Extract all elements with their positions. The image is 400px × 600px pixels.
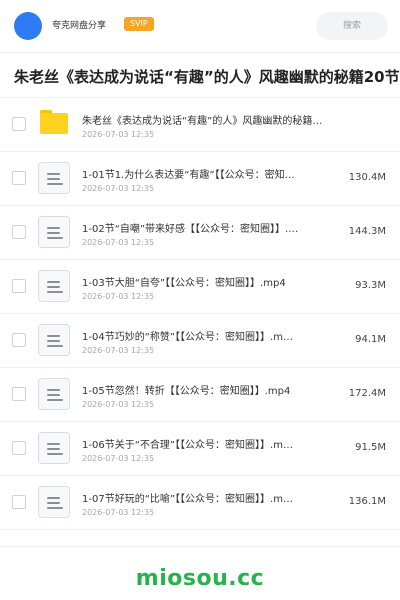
file-size: 130.4M bbox=[348, 172, 386, 183]
top-bar: 夸克网盘分享 SVIP 搜索 bbox=[0, 0, 400, 52]
search-input[interactable]: 搜索 bbox=[316, 12, 388, 40]
file-name[interactable]: 1-05节忽然！转折【【公众号：密知圈】】.mp4 bbox=[82, 382, 328, 397]
row-checkbox[interactable] bbox=[12, 333, 26, 347]
file-size: 91.5M bbox=[355, 442, 386, 453]
file-row[interactable]: 1-06节关于“不合理”【【公众号：密知圈】】.m… 2026-07-03 12:… bbox=[0, 422, 400, 476]
brand-name: 夸克网盘分享 bbox=[52, 21, 107, 31]
file-name[interactable]: 朱老丝《表达成为说话“有趣”的人》风趣幽默的秘籍2… bbox=[82, 112, 328, 127]
watermark: miosou.cc bbox=[135, 566, 265, 591]
file-date: 2026-07-03 12:35 bbox=[82, 454, 155, 463]
file-name[interactable]: 1-07节好玩的“比喻”【【公众号：密知圈】】.m… bbox=[82, 490, 328, 505]
file-date: 2026-07-03 12:35 bbox=[82, 130, 155, 139]
file-date: 2026-07-03 12:35 bbox=[82, 346, 155, 355]
file-row[interactable]: 1-05节忽然！转折【【公众号：密知圈】】.mp4 2026-07-03 12:3… bbox=[0, 368, 400, 422]
folder-icon bbox=[40, 110, 68, 134]
file-date: 2026-07-03 12:35 bbox=[82, 508, 155, 517]
row-checkbox[interactable] bbox=[12, 387, 26, 401]
avatar[interactable] bbox=[14, 12, 42, 40]
row-checkbox[interactable] bbox=[12, 117, 26, 131]
file-name[interactable]: 1-02节“自嘲”带来好感【【公众号：密知圈】】.… bbox=[82, 220, 328, 235]
file-date: 2026-07-03 12:35 bbox=[82, 292, 155, 301]
file-date: 2026-07-03 12:35 bbox=[82, 184, 155, 193]
file-size: 172.4M bbox=[348, 388, 386, 399]
file-size: 136.1M bbox=[348, 496, 386, 507]
row-checkbox[interactable] bbox=[12, 225, 26, 239]
row-checkbox[interactable] bbox=[12, 279, 26, 293]
row-checkbox[interactable] bbox=[12, 441, 26, 455]
document-icon bbox=[38, 432, 70, 464]
file-row[interactable]: 1-04节巧妙的“称赞”【【公众号：密知圈】】.m… 2026-07-03 12:… bbox=[0, 314, 400, 368]
document-icon bbox=[38, 324, 70, 356]
file-row[interactable]: 1-02节“自嘲”带来好感【【公众号：密知圈】】.… 2026-07-03 12:… bbox=[0, 206, 400, 260]
file-name[interactable]: 1-03节大胆“自夸”【【公众号：密知圈】】.mp4 bbox=[82, 274, 328, 289]
file-size: 144.3M bbox=[348, 226, 386, 237]
file-row[interactable]: 1-01节1.为什么表达要“有趣”【【公众号：密知… 2026-07-03 12:… bbox=[0, 152, 400, 206]
file-name[interactable]: 1-04节巧妙的“称赞”【【公众号：密知圈】】.m… bbox=[82, 328, 328, 343]
svip-badge: SVIP bbox=[124, 17, 154, 31]
document-icon bbox=[38, 162, 70, 194]
file-row[interactable]: 1-07节好玩的“比喻”【【公众号：密知圈】】.m… 2026-07-03 12:… bbox=[0, 476, 400, 530]
document-icon bbox=[38, 216, 70, 248]
file-row[interactable]: 1-03节大胆“自夸”【【公众号：密知圈】】.mp4 2026-07-03 12:… bbox=[0, 260, 400, 314]
document-icon bbox=[38, 270, 70, 302]
file-row[interactable]: 朱老丝《表达成为说话“有趣”的人》风趣幽默的秘籍2… 2026-07-03 12:… bbox=[0, 98, 400, 152]
row-checkbox[interactable] bbox=[12, 171, 26, 185]
file-date: 2026-07-03 12:35 bbox=[82, 238, 155, 247]
share-title-bar: 朱老丝《表达成为说话“有趣”的人》风趣幽默的秘籍20节 bbox=[0, 52, 400, 98]
file-size: 93.3M bbox=[355, 280, 386, 291]
document-icon bbox=[38, 486, 70, 518]
file-size: 94.1M bbox=[355, 334, 386, 345]
file-date: 2026-07-03 12:35 bbox=[82, 400, 155, 409]
row-checkbox[interactable] bbox=[12, 495, 26, 509]
file-list: 朱老丝《表达成为说话“有趣”的人》风趣幽默的秘籍2… 2026-07-03 12:… bbox=[0, 98, 400, 530]
file-name[interactable]: 1-01节1.为什么表达要“有趣”【【公众号：密知… bbox=[82, 166, 328, 181]
file-name[interactable]: 1-06节关于“不合理”【【公众号：密知圈】】.m… bbox=[82, 436, 328, 451]
page-title: 朱老丝《表达成为说话“有趣”的人》风趣幽默的秘籍20节 bbox=[14, 68, 400, 86]
document-icon bbox=[38, 378, 70, 410]
